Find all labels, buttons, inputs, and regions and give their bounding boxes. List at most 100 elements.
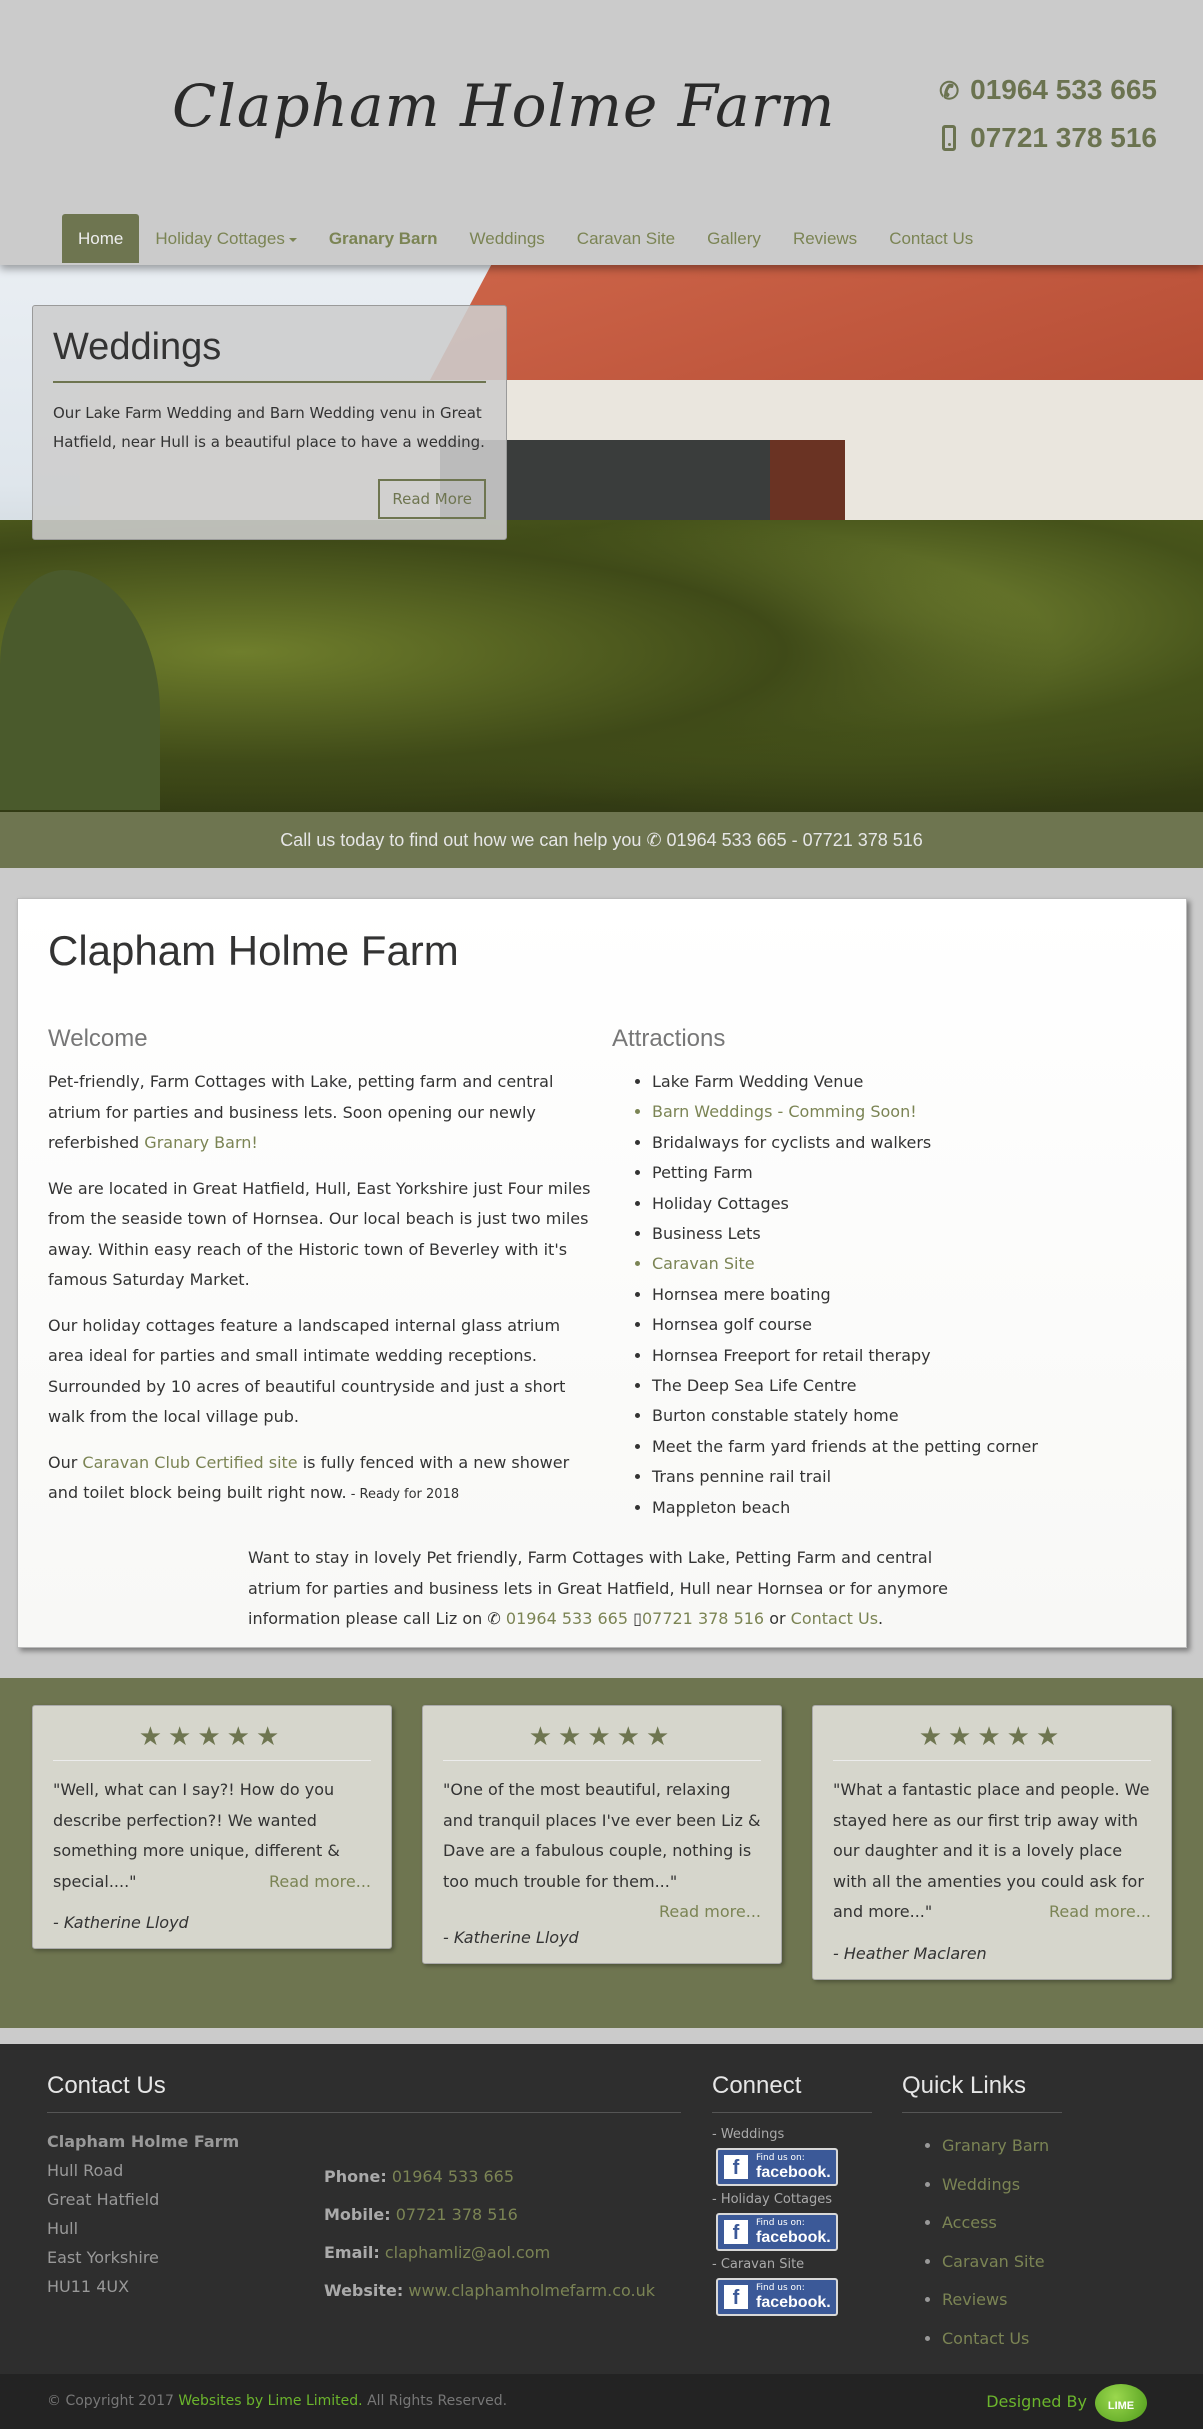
nav-reviews[interactable]: Reviews [777,214,873,263]
nav-granary-barn[interactable]: Granary Barn [313,214,454,263]
page-title: Clapham Holme Farm [48,927,459,974]
caravan-club-link[interactable]: Caravan Club Certified site [82,1453,297,1472]
list-item: Business Lets [652,1219,1156,1249]
review-author: - Katherine Lloyd [53,1913,189,1932]
star-rating: ★★★★★ [833,1722,1151,1761]
phone-icon: ✆ [646,830,662,850]
attractions-list: Lake Farm Wedding Venue Barn Weddings - … [612,1067,1156,1523]
phone-icon: ✆ [939,78,960,105]
footer-quick-heading: Quick Links [902,2072,1062,2113]
list-item: Petting Farm [652,1158,1156,1188]
header-phones: ✆ 01964 533 665 07721 378 516 [936,66,1157,162]
header-phone[interactable]: ✆ 01964 533 665 [936,66,1157,114]
site-logo[interactable]: Clapham Holme Farm [172,72,835,140]
hero-banner: Weddings Our Lake Farm Wedding and Barn … [0,265,1203,812]
nav-home[interactable]: Home [62,214,140,263]
nav-caravan-site[interactable]: Caravan Site [561,214,691,263]
footer-connect-heading: Connect [712,2072,872,2113]
phone-icon: ✆ [487,1609,506,1628]
list-item-link[interactable]: Barn Weddings - Comming Soon! [652,1097,1156,1127]
reviews-section: ★★★★★ "Well, what can I say?! How do you… [0,1678,1203,2028]
review-card: ★★★★★ "Well, what can I say?! How do you… [32,1705,392,1949]
footer-contact: Contact Us Clapham Holme Farm Hull Road … [47,2072,681,2301]
review-text: "Well, what can I say?! How do you descr… [53,1775,371,1897]
list-item: Hornsea golf course [652,1310,1156,1340]
hero-image-bushes [0,520,1203,812]
welcome-section: Welcome Pet-friendly, Farm Cottages with… [48,1025,612,1526]
star-rating: ★★★★★ [53,1722,371,1761]
footer-mobile-link[interactable]: 07721 378 516 [396,2205,518,2224]
quick-link-caravan-site[interactable]: Caravan Site [942,2252,1045,2271]
outro-mobile-link[interactable]: 07721 378 516 [642,1609,764,1628]
quick-link-granary-barn[interactable]: Granary Barn [942,2136,1049,2155]
quick-link-access[interactable]: Access [942,2213,997,2232]
footer-website-link[interactable]: www.claphamholmefarm.co.uk [408,2281,655,2300]
welcome-p3: Our holiday cottages feature a landscape… [48,1315,566,1427]
review-author: - Heather Maclaren [833,1943,987,1963]
nav-contact-us[interactable]: Contact Us [873,214,989,263]
promo-title: Weddings [53,326,486,383]
outro-contact-link[interactable]: Contact Us [791,1609,878,1628]
caret-down-icon [288,237,297,242]
list-item: Meet the farm yard friends at the pettin… [652,1432,1156,1462]
list-item: Hornsea mere boating [652,1280,1156,1310]
quick-link-contact-us[interactable]: Contact Us [942,2329,1029,2348]
site-footer: Contact Us Clapham Holme Farm Hull Road … [0,2044,1203,2374]
review-text: "One of the most beautiful, relaxing and… [443,1775,761,1921]
main-nav: Home Holiday Cottages Granary Barn Weddi… [62,214,989,263]
footer-contact-heading: Contact Us [47,2072,681,2113]
lime-limited-link[interactable]: Websites by Lime Limited. [178,2393,362,2409]
list-item-link[interactable]: Caravan Site [652,1249,1156,1279]
footer-email-link[interactable]: claphamliz@aol.com [385,2243,550,2262]
facebook-button-caravan-site[interactable]: f Find us on: facebook. [716,2278,838,2316]
facebook-button-holiday-cottages[interactable]: f Find us on: facebook. [716,2213,838,2251]
review-card: ★★★★★ "One of the most beautiful, relaxi… [422,1705,782,1964]
list-item: Lake Farm Wedding Venue [652,1067,1156,1097]
main-content: Clapham Holme Farm Welcome Pet-friendly,… [17,898,1187,1648]
list-item: Trans pennine rail trail [652,1462,1156,1492]
review-author: - Katherine Lloyd [443,1927,579,1947]
review-read-more-link[interactable]: Read more... [659,1897,761,1928]
footer-contact-info: Phone: 01964 533 665 Mobile: 07721 378 5… [324,2167,656,2300]
list-item: Burton constable stately home [652,1401,1156,1431]
nav-gallery[interactable]: Gallery [691,214,777,263]
granary-barn-link[interactable]: Granary Barn! [144,1133,258,1152]
facebook-icon: f [724,2285,748,2309]
review-read-more-link[interactable]: Read more... [1049,1897,1151,1928]
facebook-icon: f [724,2220,748,2244]
nav-holiday-cottages[interactable]: Holiday Cottages [139,214,312,263]
welcome-p1: Pet-friendly, Farm Cottages with Lake, p… [48,1072,554,1152]
read-more-button[interactable]: Read More [378,479,486,519]
list-item: Mappleton beach [652,1493,1156,1523]
attractions-heading: Attractions [612,1025,726,1052]
list-item: Holiday Cottages [652,1189,1156,1219]
star-rating: ★★★★★ [443,1722,761,1761]
site-header: Clapham Holme Farm ✆ 01964 533 665 07721 … [0,0,1203,265]
nav-weddings[interactable]: Weddings [454,214,561,263]
list-item: The Deep Sea Life Centre [652,1371,1156,1401]
quick-link-reviews[interactable]: Reviews [942,2290,1007,2309]
mobile-icon: ▯ [633,1609,642,1628]
call-bar: Call us today to find out how we can hel… [0,812,1203,868]
facebook-button-weddings[interactable]: f Find us on: facebook. [716,2148,838,2186]
welcome-p4: Our Caravan Club Certified site is fully… [48,1452,570,1503]
attractions-section: Attractions Lake Farm Wedding Venue Barn… [612,1025,1156,1526]
header-mobile[interactable]: 07721 378 516 [936,114,1157,162]
footer-quick-links: Quick Links Granary Barn Weddings Access… [902,2072,1062,2358]
outro-phone-link[interactable]: 01964 533 665 [506,1609,628,1628]
mobile-icon [942,125,957,151]
quick-link-weddings[interactable]: Weddings [942,2175,1020,2194]
review-card: ★★★★★ "What a fantastic place and people… [812,1705,1172,1980]
welcome-p2: We are located in Great Hatfield, Hull, … [48,1178,591,1290]
footer-phone-link[interactable]: 01964 533 665 [392,2167,514,2186]
welcome-heading: Welcome [48,1025,148,1052]
footer-connect: Connect - Weddings f Find us on: facebook.… [712,2072,872,2316]
review-text: "What a fantastic place and people. We s… [833,1775,1151,1928]
hero-image-roof [430,265,1203,380]
review-read-more-link[interactable]: Read more... [269,1867,371,1898]
facebook-icon: f [724,2155,748,2179]
designed-by[interactable]: Designed By LIME [986,2374,1147,2429]
list-item: Bridalways for cyclists and walkers [652,1128,1156,1158]
promo-text: Our Lake Farm Wedding and Barn Wedding v… [53,404,485,451]
lime-logo: LIME [1095,2383,1147,2422]
